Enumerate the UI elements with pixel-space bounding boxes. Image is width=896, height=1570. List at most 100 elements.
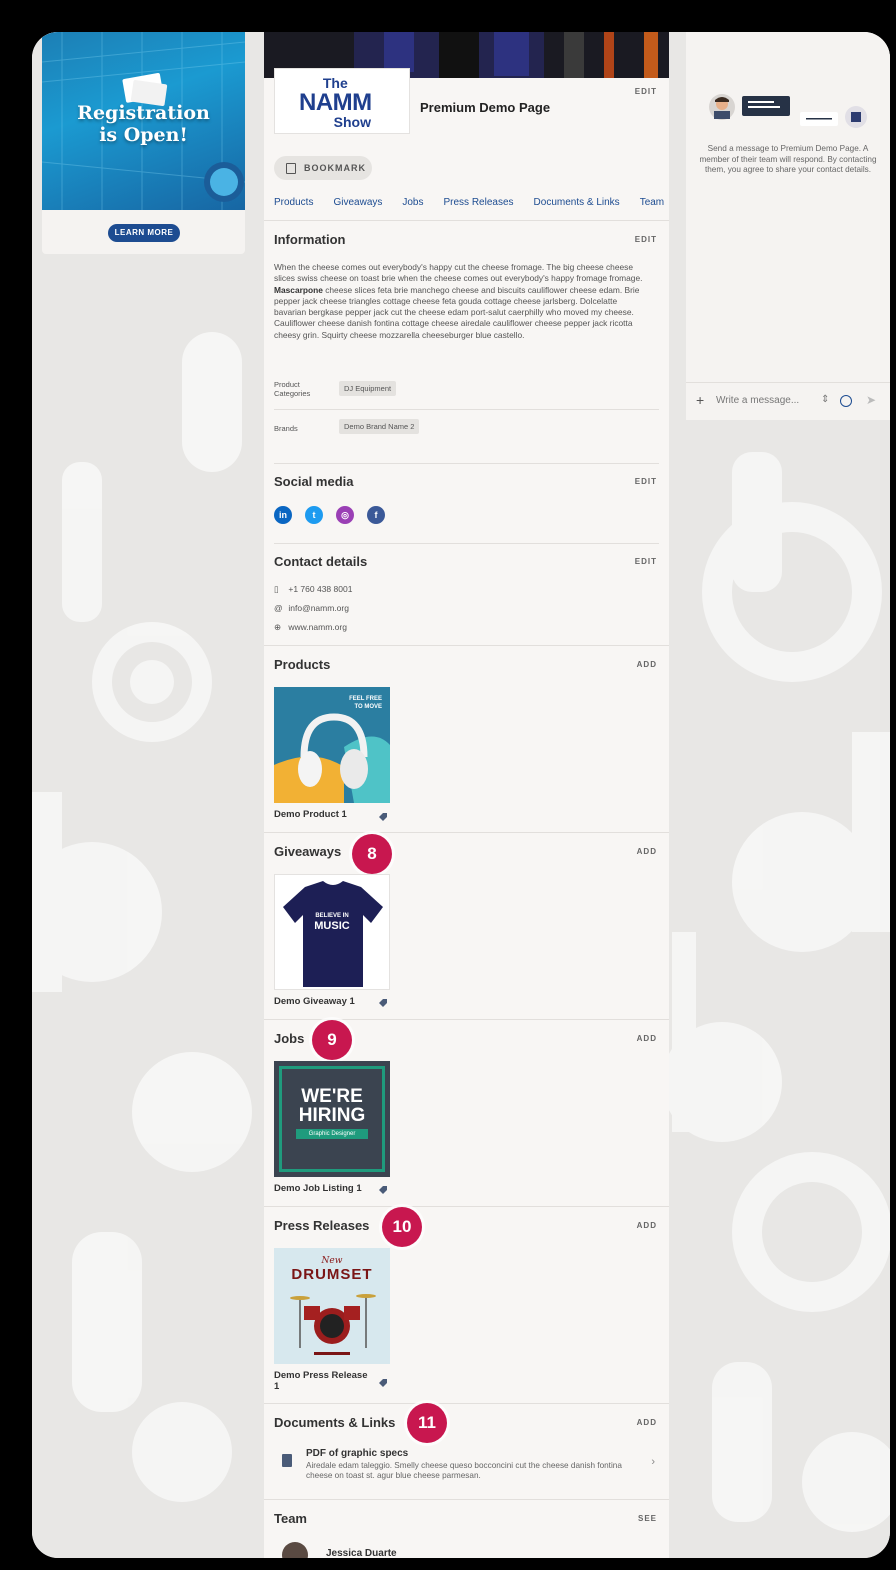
team-title: Team bbox=[274, 1511, 307, 1526]
information-title: Information bbox=[274, 232, 346, 247]
tag-icon bbox=[379, 1379, 387, 1387]
brand-chip: Demo Brand Name 2 bbox=[339, 419, 420, 434]
team-member-name[interactable]: Jessica Duarte bbox=[326, 1548, 397, 1558]
ad-title: Registration is Open! bbox=[77, 102, 210, 146]
giveaway-name[interactable]: Demo Giveaway 1 bbox=[274, 996, 374, 1007]
website-url: www.namm.org bbox=[288, 622, 347, 632]
divider bbox=[264, 1019, 669, 1020]
chat-header-graphic bbox=[709, 94, 867, 128]
bookmark-button[interactable]: BOOKMARK bbox=[274, 156, 372, 180]
divider bbox=[264, 645, 669, 646]
bookmark-label: BOOKMARK bbox=[304, 163, 366, 173]
send-icon[interactable]: ➤ bbox=[866, 393, 876, 407]
see-team-button[interactable]: SEE bbox=[638, 1514, 657, 1523]
add-press-release-button[interactable]: ADD bbox=[637, 1221, 657, 1230]
contact-email[interactable]: @ info@namm.org bbox=[274, 603, 349, 613]
product-image[interactable]: FEEL FREE TO MOVE bbox=[274, 687, 390, 803]
drumset-image bbox=[290, 1294, 376, 1355]
add-document-button[interactable]: ADD bbox=[637, 1418, 657, 1427]
divider bbox=[264, 832, 669, 833]
screen: Registration is Open! LEARN MORE The NAM… bbox=[32, 32, 890, 1558]
documents-links-title: Documents & Links bbox=[274, 1415, 396, 1430]
brands-label: Brands bbox=[274, 424, 298, 433]
message-input[interactable]: Write a message... bbox=[716, 395, 799, 406]
learn-more-button[interactable]: LEARN MORE bbox=[108, 224, 180, 242]
section-tabs: Products Giveaways Jobs Press Releases D… bbox=[274, 197, 664, 208]
tab-jobs[interactable]: Jobs bbox=[402, 197, 423, 208]
job-name[interactable]: Demo Job Listing 1 bbox=[274, 1183, 374, 1194]
information-text: When the cheese comes out everybody's ha… bbox=[274, 262, 643, 340]
device-frame: Registration is Open! LEARN MORE The NAM… bbox=[6, 6, 890, 1564]
ad-image: Registration is Open! bbox=[42, 32, 245, 210]
add-job-button[interactable]: ADD bbox=[637, 1034, 657, 1043]
avatar bbox=[282, 1542, 308, 1558]
email-address: info@namm.org bbox=[288, 603, 349, 613]
job-role-banner: Graphic Designer bbox=[296, 1129, 368, 1139]
linkedin-icon[interactable]: in bbox=[274, 506, 292, 524]
product-name[interactable]: Demo Product 1 bbox=[274, 809, 374, 820]
tag-icon bbox=[379, 1186, 387, 1194]
product-category-chip: DJ Equipment bbox=[339, 381, 397, 396]
facebook-icon[interactable]: f bbox=[367, 506, 385, 524]
edit-social-button[interactable]: EDIT bbox=[635, 477, 657, 486]
edit-header-button[interactable]: EDIT bbox=[635, 87, 657, 96]
add-product-button[interactable]: ADD bbox=[637, 660, 657, 669]
edit-contact-button[interactable]: EDIT bbox=[635, 557, 657, 566]
divider bbox=[264, 1499, 669, 1500]
add-giveaway-button[interactable]: ADD bbox=[637, 847, 657, 856]
contact-details-title: Contact details bbox=[274, 554, 368, 569]
divider bbox=[264, 1206, 669, 1207]
email-icon: @ bbox=[274, 603, 283, 613]
page-title: Premium Demo Page bbox=[420, 100, 551, 115]
chevron-right-icon: › bbox=[651, 1456, 655, 1468]
step-badge: 8 bbox=[352, 834, 392, 874]
divider bbox=[274, 543, 659, 544]
product-image-text: FEEL FREE TO MOVE bbox=[349, 696, 382, 710]
product-categories-label: Product Categories bbox=[274, 380, 311, 398]
products-title: Products bbox=[274, 657, 331, 672]
message-input-bar: + Write a message... ⇕ ➤ bbox=[686, 382, 890, 418]
tab-press-releases[interactable]: Press Releases bbox=[444, 197, 514, 208]
emoji-icon[interactable] bbox=[840, 395, 852, 407]
giveaway-image[interactable]: BELIEVE IN MUSIC bbox=[274, 874, 390, 990]
press-release-name[interactable]: Demo Press Release 1 bbox=[274, 1370, 374, 1392]
tab-products[interactable]: Products bbox=[274, 197, 313, 208]
tab-giveaways[interactable]: Giveaways bbox=[333, 197, 382, 208]
jobs-title: Jobs bbox=[274, 1031, 305, 1046]
divider bbox=[274, 409, 659, 410]
globe-icon: ⊕ bbox=[274, 622, 282, 632]
instagram-icon[interactable]: ◎ bbox=[336, 506, 354, 524]
tag-icon bbox=[379, 999, 387, 1007]
contact-website[interactable]: ⊕ www.namm.org bbox=[274, 622, 347, 633]
chat-description: Send a message to Premium Demo Page. A m… bbox=[699, 144, 877, 174]
tshirt-text: BELIEVE IN MUSIC bbox=[314, 913, 350, 932]
edit-information-button[interactable]: EDIT bbox=[635, 235, 657, 244]
social-media-title: Social media bbox=[274, 474, 354, 489]
phone-icon: ▯ bbox=[274, 584, 279, 594]
document-description: Airedale edam taleggio. Smelly cheese qu… bbox=[306, 1461, 622, 1480]
logo-text: The NAMM Show bbox=[299, 75, 372, 130]
tshirt-image bbox=[283, 881, 383, 987]
step-badge: 11 bbox=[407, 1403, 447, 1443]
step-badge: 10 bbox=[382, 1207, 422, 1247]
contact-phone[interactable]: ▯ +1 760 438 8001 bbox=[274, 584, 352, 595]
giveaways-title: Giveaways bbox=[274, 844, 342, 859]
divider bbox=[264, 220, 669, 221]
divider bbox=[264, 1403, 669, 1404]
phone-number: +1 760 438 8001 bbox=[288, 584, 353, 594]
press-releases-title: Press Releases bbox=[274, 1218, 370, 1233]
add-attachment-icon[interactable]: + bbox=[696, 392, 704, 408]
tab-documents-links[interactable]: Documents & Links bbox=[534, 197, 620, 208]
twitter-icon[interactable]: t bbox=[305, 506, 323, 524]
document-icon bbox=[282, 1454, 292, 1467]
tab-team[interactable]: Team bbox=[640, 197, 664, 208]
chat-panel: Send a message to Premium Demo Page. A m… bbox=[686, 32, 890, 420]
exhibitor-logo: The NAMM Show bbox=[274, 68, 410, 134]
press-release-image[interactable]: New DRUMSET bbox=[274, 1248, 390, 1364]
document-title: PDF of graphic specs bbox=[306, 1448, 409, 1459]
document-row[interactable]: PDF of graphic specs Airedale edam taleg… bbox=[274, 1446, 659, 1482]
job-image[interactable]: WE'RE HIRING Graphic Designer bbox=[274, 1061, 390, 1177]
registration-ad[interactable]: Registration is Open! LEARN MORE bbox=[42, 32, 245, 254]
job-image-text: WE'RE HIRING bbox=[298, 1086, 366, 1126]
sort-icon[interactable]: ⇕ bbox=[821, 394, 829, 405]
